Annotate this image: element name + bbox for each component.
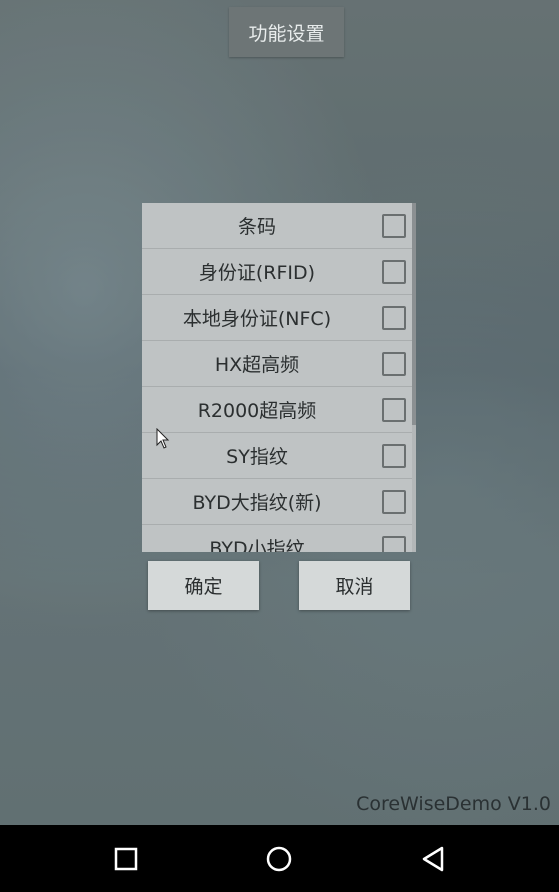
list-item-label: 条码	[237, 216, 276, 238]
triangle-back-icon[interactable]	[420, 845, 448, 873]
checkbox[interactable]	[382, 351, 406, 376]
list-item-label: 身份证(RFID)	[198, 262, 316, 284]
confirm-button[interactable]: 确定	[148, 561, 259, 610]
scrollbar[interactable]	[412, 203, 416, 552]
checkbox[interactable]	[382, 489, 406, 514]
list-item[interactable]: 本地身份证(NFC)	[142, 295, 412, 341]
cancel-button[interactable]: 取消	[299, 561, 410, 610]
list-item[interactable]: HX超高频	[142, 341, 412, 387]
list-item-label: SY指纹	[226, 446, 288, 468]
checkbox[interactable]	[382, 259, 406, 284]
checkbox[interactable]	[382, 305, 406, 330]
function-dialog: 条码 身份证(RFID) 本地身份证(NFC) HX超高频 R2000超高频 S…	[142, 203, 416, 552]
function-list[interactable]: 条码 身份证(RFID) 本地身份证(NFC) HX超高频 R2000超高频 S…	[142, 203, 412, 552]
checkbox[interactable]	[382, 397, 406, 422]
list-item-label: 本地身份证(NFC)	[182, 308, 332, 330]
list-item[interactable]: BYD大指纹(新)	[142, 479, 412, 525]
checkbox[interactable]	[382, 213, 406, 238]
list-item-label: BYD大指纹(新)	[192, 492, 322, 514]
square-icon[interactable]	[112, 845, 140, 873]
list-item[interactable]: BYD小指纹	[142, 525, 412, 552]
checkbox[interactable]	[382, 535, 406, 552]
circle-icon[interactable]	[265, 845, 293, 873]
navigation-bar	[0, 825, 559, 892]
list-item[interactable]: R2000超高频	[142, 387, 412, 433]
version-label: CoreWiseDemo V1.0	[356, 793, 551, 815]
list-item-label: R2000超高频	[197, 400, 317, 422]
list-item-label: HX超高频	[214, 354, 300, 376]
function-settings-button[interactable]: 功能设置	[229, 7, 344, 57]
list-item[interactable]: 条码	[142, 203, 412, 249]
checkbox[interactable]	[382, 443, 406, 468]
list-item[interactable]: SY指纹	[142, 433, 412, 479]
mouse-pointer-icon	[156, 428, 170, 449]
list-item[interactable]: 身份证(RFID)	[142, 249, 412, 295]
scrollbar-thumb[interactable]	[412, 203, 416, 425]
list-item-label: BYD小指纹	[209, 538, 305, 552]
